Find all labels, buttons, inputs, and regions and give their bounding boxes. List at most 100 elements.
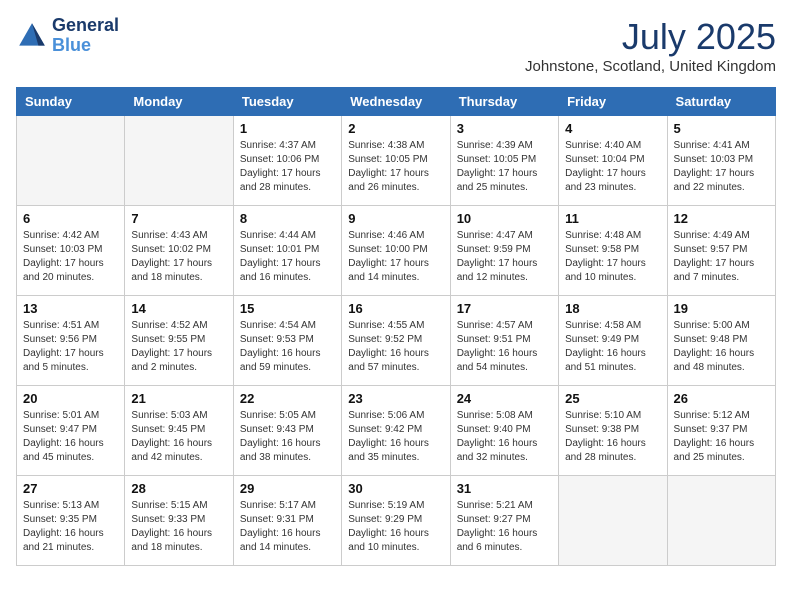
day-number: 6 [23, 211, 118, 226]
day-number: 26 [674, 391, 769, 406]
day-info: Sunrise: 4:51 AMSunset: 9:56 PMDaylight:… [23, 319, 118, 375]
day-info: Sunrise: 4:48 AMSunset: 9:58 PMDaylight:… [565, 229, 660, 285]
calendar-cell: 6 Sunrise: 4:42 AMSunset: 10:03 PMDayligh… [17, 206, 125, 296]
logo-text: General Blue [52, 16, 119, 56]
title-block: July 2025 Johnstone, Scotland, United Ki… [525, 16, 776, 75]
calendar-week-row: 20Sunrise: 5:01 AMSunset: 9:47 PMDayligh… [17, 386, 776, 476]
day-info: Sunrise: 5:06 AMSunset: 9:42 PMDaylight:… [348, 409, 443, 465]
day-info: Sunrise: 5:15 AMSunset: 9:33 PMDaylight:… [131, 499, 226, 555]
column-header-thursday: Thursday [450, 88, 558, 116]
calendar-cell: 20Sunrise: 5:01 AMSunset: 9:47 PMDayligh… [17, 386, 125, 476]
calendar-cell: 30Sunrise: 5:19 AMSunset: 9:29 PMDayligh… [342, 476, 450, 566]
day-number: 31 [457, 481, 552, 496]
day-number: 29 [240, 481, 335, 496]
day-info: Sunrise: 4:57 AMSunset: 9:51 PMDaylight:… [457, 319, 552, 375]
day-info: Sunrise: 4:41 AMSunset: 10:03 PMDaylight… [674, 139, 769, 195]
calendar-cell: 26 Sunrise: 5:12 AMSunset: 9:37 PMDayligh… [667, 386, 775, 476]
calendar-cell: 4 Sunrise: 4:40 AMSunset: 10:04 PMDayligh… [559, 116, 667, 206]
calendar-cell [125, 116, 233, 206]
calendar-cell: 2 Sunrise: 4:38 AMSunset: 10:05 PMDayligh… [342, 116, 450, 206]
day-number: 28 [131, 481, 226, 496]
location: Johnstone, Scotland, United Kingdom [525, 58, 776, 75]
day-info: Sunrise: 5:12 AMSunset: 9:37 PMDaylight:… [674, 409, 769, 465]
calendar-cell: 14 Sunrise: 4:52 AMSunset: 9:55 PMDayligh… [125, 296, 233, 386]
day-number: 1 [240, 121, 335, 136]
calendar-cell: 11 Sunrise: 4:48 AMSunset: 9:58 PMDayligh… [559, 206, 667, 296]
calendar-cell [17, 116, 125, 206]
day-info: Sunrise: 5:08 AMSunset: 9:40 PMDaylight:… [457, 409, 552, 465]
calendar-cell: 22Sunrise: 5:05 AMSunset: 9:43 PMDayligh… [233, 386, 341, 476]
calendar-table: SundayMondayTuesdayWednesdayThursdayFrid… [16, 87, 776, 566]
day-number: 3 [457, 121, 552, 136]
day-number: 22 [240, 391, 335, 406]
calendar-cell: 15Sunrise: 4:54 AMSunset: 9:53 PMDayligh… [233, 296, 341, 386]
day-info: Sunrise: 5:19 AMSunset: 9:29 PMDaylight:… [348, 499, 443, 555]
day-number: 13 [23, 301, 118, 316]
day-info: Sunrise: 4:40 AMSunset: 10:04 PMDaylight… [565, 139, 660, 195]
day-info: Sunrise: 4:42 AMSunset: 10:03 PMDaylight… [23, 229, 118, 285]
day-number: 27 [23, 481, 118, 496]
day-number: 21 [131, 391, 226, 406]
day-number: 7 [131, 211, 226, 226]
day-info: Sunrise: 5:13 AMSunset: 9:35 PMDaylight:… [23, 499, 118, 555]
day-number: 25 [565, 391, 660, 406]
day-info: Sunrise: 5:00 AMSunset: 9:48 PMDaylight:… [674, 319, 769, 375]
calendar-cell [559, 476, 667, 566]
day-info: Sunrise: 4:55 AMSunset: 9:52 PMDaylight:… [348, 319, 443, 375]
calendar-cell: 8 Sunrise: 4:44 AMSunset: 10:01 PMDayligh… [233, 206, 341, 296]
day-number: 11 [565, 211, 660, 226]
day-info: Sunrise: 4:47 AMSunset: 9:59 PMDaylight:… [457, 229, 552, 285]
day-info: Sunrise: 5:10 AMSunset: 9:38 PMDaylight:… [565, 409, 660, 465]
calendar-cell: 19Sunrise: 5:00 AMSunset: 9:48 PMDayligh… [667, 296, 775, 386]
calendar-week-row: 1 Sunrise: 4:37 AMSunset: 10:06 PMDayligh… [17, 116, 776, 206]
calendar-cell: 29 Sunrise: 5:17 AMSunset: 9:31 PMDayligh… [233, 476, 341, 566]
calendar-cell: 23 Sunrise: 5:06 AMSunset: 9:42 PMDayligh… [342, 386, 450, 476]
calendar-cell: 5 Sunrise: 4:41 AMSunset: 10:03 PMDayligh… [667, 116, 775, 206]
day-number: 2 [348, 121, 443, 136]
calendar-cell: 1 Sunrise: 4:37 AMSunset: 10:06 PMDayligh… [233, 116, 341, 206]
day-info: Sunrise: 4:46 AMSunset: 10:00 PMDaylight… [348, 229, 443, 285]
day-number: 5 [674, 121, 769, 136]
day-info: Sunrise: 4:39 AMSunset: 10:05 PMDaylight… [457, 139, 552, 195]
calendar-cell: 10 Sunrise: 4:47 AMSunset: 9:59 PMDayligh… [450, 206, 558, 296]
day-info: Sunrise: 5:17 AMSunset: 9:31 PMDaylight:… [240, 499, 335, 555]
day-number: 24 [457, 391, 552, 406]
day-number: 8 [240, 211, 335, 226]
day-info: Sunrise: 4:49 AMSunset: 9:57 PMDaylight:… [674, 229, 769, 285]
day-number: 18 [565, 301, 660, 316]
calendar-cell: 13 Sunrise: 4:51 AMSunset: 9:56 PMDayligh… [17, 296, 125, 386]
day-number: 23 [348, 391, 443, 406]
day-number: 4 [565, 121, 660, 136]
day-number: 14 [131, 301, 226, 316]
day-info: Sunrise: 4:44 AMSunset: 10:01 PMDaylight… [240, 229, 335, 285]
calendar-cell: 25 Sunrise: 5:10 AMSunset: 9:38 PMDayligh… [559, 386, 667, 476]
day-number: 10 [457, 211, 552, 226]
calendar-cell: 24 Sunrise: 5:08 AMSunset: 9:40 PMDayligh… [450, 386, 558, 476]
calendar-cell: 27 Sunrise: 5:13 AMSunset: 9:35 PMDayligh… [17, 476, 125, 566]
day-info: Sunrise: 4:37 AMSunset: 10:06 PMDaylight… [240, 139, 335, 195]
day-number: 15 [240, 301, 335, 316]
calendar-week-row: 13 Sunrise: 4:51 AMSunset: 9:56 PMDayligh… [17, 296, 776, 386]
column-header-wednesday: Wednesday [342, 88, 450, 116]
day-info: Sunrise: 4:38 AMSunset: 10:05 PMDaylight… [348, 139, 443, 195]
calendar-week-row: 27 Sunrise: 5:13 AMSunset: 9:35 PMDayligh… [17, 476, 776, 566]
column-header-saturday: Saturday [667, 88, 775, 116]
column-header-tuesday: Tuesday [233, 88, 341, 116]
day-number: 12 [674, 211, 769, 226]
month-year: July 2025 [525, 16, 776, 58]
calendar-cell: 17 Sunrise: 4:57 AMSunset: 9:51 PMDayligh… [450, 296, 558, 386]
day-info: Sunrise: 5:01 AMSunset: 9:47 PMDaylight:… [23, 409, 118, 465]
day-info: Sunrise: 4:43 AMSunset: 10:02 PMDaylight… [131, 229, 226, 285]
day-number: 17 [457, 301, 552, 316]
calendar-cell: 18Sunrise: 4:58 AMSunset: 9:49 PMDayligh… [559, 296, 667, 386]
page-header: General Blue July 2025 Johnstone, Scotla… [16, 16, 776, 75]
day-info: Sunrise: 4:52 AMSunset: 9:55 PMDaylight:… [131, 319, 226, 375]
day-number: 16 [348, 301, 443, 316]
calendar-cell [667, 476, 775, 566]
calendar-cell: 12 Sunrise: 4:49 AMSunset: 9:57 PMDayligh… [667, 206, 775, 296]
calendar-cell: 31Sunrise: 5:21 AMSunset: 9:27 PMDayligh… [450, 476, 558, 566]
calendar-cell: 3 Sunrise: 4:39 AMSunset: 10:05 PMDayligh… [450, 116, 558, 206]
day-info: Sunrise: 5:03 AMSunset: 9:45 PMDaylight:… [131, 409, 226, 465]
calendar-week-row: 6 Sunrise: 4:42 AMSunset: 10:03 PMDayligh… [17, 206, 776, 296]
day-number: 9 [348, 211, 443, 226]
